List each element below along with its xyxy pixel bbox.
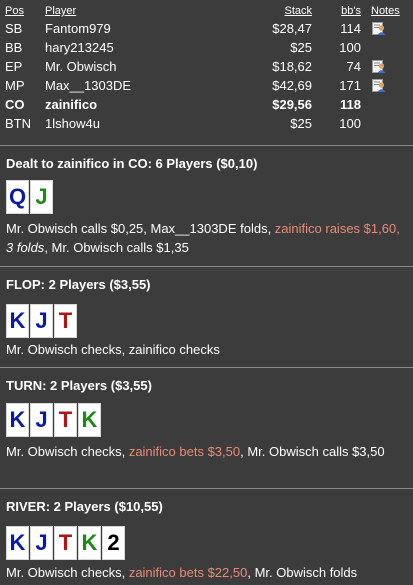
playing-card: K bbox=[78, 526, 101, 560]
note-icon[interactable] bbox=[372, 60, 386, 73]
playing-card: T bbox=[54, 304, 77, 338]
row-player[interactable]: hary213245 bbox=[45, 38, 114, 57]
row-player[interactable]: 1lshow4u bbox=[45, 114, 100, 133]
row-player[interactable]: Mr. Obwisch bbox=[45, 57, 117, 76]
row-stack: $25 bbox=[290, 40, 312, 55]
row-stack: $25 bbox=[290, 116, 312, 131]
row-player[interactable]: Max__1303DE bbox=[45, 76, 131, 95]
note-icon[interactable] bbox=[372, 79, 386, 92]
note-icon[interactable] bbox=[372, 22, 386, 35]
table-row: EP Mr. Obwisch $18,62 74 bbox=[0, 57, 413, 76]
row-bbs: 118 bbox=[340, 97, 361, 112]
playing-card: K bbox=[6, 403, 29, 437]
action-text: , Mr. Obwisch calls $3,50 bbox=[240, 444, 385, 459]
action-text: , Mr. Obwisch calls $1,35 bbox=[44, 240, 189, 255]
playing-card: K bbox=[6, 304, 29, 338]
divider bbox=[0, 266, 413, 267]
turn-action: Mr. Obwisch checks, zainifico bets $3,50… bbox=[6, 442, 408, 461]
row-bbs: 100 bbox=[339, 40, 361, 55]
row-stack: $18,62 bbox=[272, 59, 312, 74]
action-text: Mr. Obwisch calls $0,25, Max__1303DE fol… bbox=[6, 221, 275, 236]
hero-action: zainifico raises $1,60, bbox=[274, 221, 400, 236]
hero-action: zainifico bets $22,50 bbox=[128, 565, 248, 580]
header-stack[interactable]: Stack bbox=[284, 1, 312, 21]
row-bbs: 100 bbox=[339, 116, 361, 131]
turn-cards: KJTK bbox=[6, 403, 101, 437]
turn-title: TURN: 2 Players ($3,55) bbox=[6, 378, 152, 393]
table-row: BB hary213245 $25 100 bbox=[0, 38, 413, 57]
header-bbs[interactable]: bb's bbox=[341, 1, 361, 21]
playing-card: T bbox=[54, 526, 77, 560]
divider bbox=[0, 145, 413, 146]
playing-card: K bbox=[78, 403, 101, 437]
row-pos: SB bbox=[5, 21, 23, 36]
row-stack: $42,69 bbox=[272, 78, 312, 93]
table-row: MP Max__1303DE $42,69 171 bbox=[0, 76, 413, 95]
playing-card: K bbox=[6, 526, 29, 560]
row-pos: CO bbox=[5, 97, 25, 112]
header-player[interactable]: Player bbox=[45, 1, 76, 21]
row-stack: $29,56 bbox=[272, 97, 312, 112]
row-player[interactable]: zainifico bbox=[45, 95, 97, 114]
hero-action: zainifico bets $3,50 bbox=[128, 444, 241, 459]
playing-card: J bbox=[30, 403, 53, 437]
flop-action: Mr. Obwisch checks, zainifico checks bbox=[6, 342, 220, 357]
flop-cards: KJT bbox=[6, 304, 77, 338]
header-notes[interactable]: Notes bbox=[371, 1, 400, 21]
row-pos: BB bbox=[5, 40, 23, 55]
preflop-title: Dealt to zainifico in CO: 6 Players ($0,… bbox=[6, 156, 258, 171]
action-text: , Mr. Obwisch folds bbox=[247, 565, 358, 580]
table-row: SB Fantom979 $28,47 114 bbox=[0, 19, 413, 38]
playing-card: 2 bbox=[102, 526, 125, 560]
row-bbs: 114 bbox=[340, 21, 361, 36]
row-pos: EP bbox=[5, 59, 23, 74]
row-stack: $28,47 bbox=[272, 21, 312, 36]
divider bbox=[0, 367, 413, 368]
table-row: CO zainifico $29,56 118 bbox=[0, 95, 413, 114]
river-title: RIVER: 2 Players ($10,55) bbox=[6, 499, 163, 514]
river-action: Mr. Obwisch checks, zainifico bets $22,5… bbox=[6, 563, 408, 582]
playing-card: J bbox=[30, 526, 53, 560]
row-bbs: 74 bbox=[346, 59, 361, 74]
player-table: Pos Player Stack bb's Notes SB Fantom979 $… bbox=[0, 0, 413, 133]
row-pos: MP bbox=[5, 78, 25, 93]
action-text: Mr. Obwisch checks, bbox=[6, 565, 129, 580]
preflop-action: Mr. Obwisch calls $0,25, Max__1303DE fol… bbox=[6, 219, 408, 257]
preflop-cards: QJ bbox=[6, 180, 53, 214]
row-bbs: 171 bbox=[339, 78, 361, 93]
playing-card: J bbox=[30, 180, 53, 214]
table-header: Pos Player Stack bb's Notes bbox=[0, 0, 413, 19]
action-text: Mr. Obwisch checks, bbox=[6, 444, 129, 459]
folds-text: 3 folds bbox=[6, 240, 45, 255]
playing-card: Q bbox=[6, 180, 29, 214]
divider bbox=[0, 488, 413, 489]
flop-title: FLOP: 2 Players ($3,55) bbox=[6, 277, 151, 292]
header-pos[interactable]: Pos bbox=[5, 1, 24, 21]
table-row: BTN 1lshow4u $25 100 bbox=[0, 114, 413, 133]
playing-card: J bbox=[30, 304, 53, 338]
playing-card: T bbox=[54, 403, 77, 437]
row-player[interactable]: Fantom979 bbox=[45, 19, 111, 38]
river-cards: KJTK2 bbox=[6, 526, 125, 560]
row-pos: BTN bbox=[5, 116, 31, 131]
